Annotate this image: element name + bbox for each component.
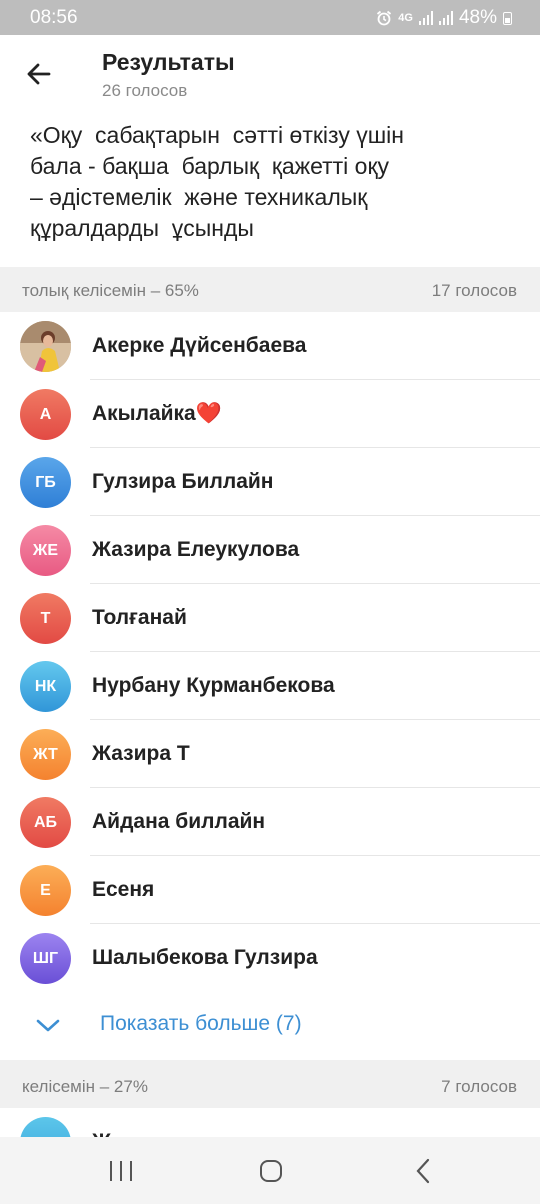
avatar [20,1117,71,1137]
voter-name: Жазира Т [92,742,190,765]
avatar: Е [20,865,71,916]
back-nav-button[interactable] [403,1155,443,1187]
avatar: ЖЕ [20,525,71,576]
voter-row[interactable]: ЖТ Жазира Т [0,720,540,788]
avatar: ШГ [20,933,71,984]
voter-row[interactable]: НК Нурбану Курманбекова [0,652,540,720]
voter-list: Акерке Дүйсенбаева А Акылайка❤️ ГБ Гулзи… [0,312,540,1060]
home-button[interactable] [251,1155,291,1187]
poll-option-votes: 17 голосов [431,281,517,300]
voter-name: Нурбану Курманбекова [92,674,335,697]
show-more-label: Показать больше (7) [100,1012,302,1035]
vote-count-subtitle: 26 голосов [102,81,188,100]
poll-option-votes: 7 голосов [441,1077,517,1096]
battery-percent: 48% [458,7,497,28]
signal-icon [418,11,433,25]
voter-name: Ж [92,1130,111,1137]
poll-option-label: толық келісемін – 65% [22,281,199,300]
poll-option-header: толық келісемін – 65% 17 голосов [0,267,540,312]
voter-name: Есеня [92,878,155,901]
voter-row[interactable]: Т Толғанай [0,584,540,652]
back-button[interactable] [18,53,60,95]
voter-row[interactable]: А Акылайка❤️ [0,380,540,448]
show-more-button[interactable]: Показать больше (7) [0,992,540,1060]
voter-row[interactable]: Ж [0,1108,540,1137]
voter-name: Акерке Дүйсенбаева [92,334,307,357]
page-title: Результаты [102,49,235,75]
system-nav-bar [0,1137,540,1204]
avatar: АБ [20,797,71,848]
status-icons: 4G 48% [376,7,512,29]
battery-icon [503,11,512,25]
avatar: ЖТ [20,729,71,780]
avatar-photo [20,321,71,372]
status-bar: 08:56 4G 48% [0,0,540,35]
voter-row[interactable]: АБ Айдана биллайн [0,788,540,856]
voter-row[interactable]: Е Есеня [0,856,540,924]
network-type-label: 4G [398,12,413,24]
app-header: Результаты 26 голосов [0,35,540,115]
poll-option-label: келісемін – 27% [22,1077,148,1096]
voter-name: Акылайка❤️ [92,402,222,425]
avatar: Т [20,593,71,644]
signal-icon-2 [438,11,453,25]
avatar: А [20,389,71,440]
home-icon [260,1160,282,1182]
avatar: ГБ [20,457,71,508]
avatar: НК [20,661,71,712]
voter-name: Толғанай [92,606,187,629]
arrow-left-icon [27,63,51,85]
voter-name: Жазира Елеукулова [92,538,300,561]
poll-question: «Оқу сабақтарын сәтті өткізу үшін бала -… [0,115,540,267]
voter-row[interactable]: ЖЕ Жазира Елеукулова [0,516,540,584]
recents-button[interactable] [101,1155,141,1187]
voter-name: Шалыбекова Гулзира [92,946,318,969]
voter-name: Айдана биллайн [92,810,266,833]
voter-row[interactable]: ШГ Шалыбекова Гулзира [0,924,540,992]
alarm-icon [377,10,392,26]
voter-name: Гулзира Биллайн [92,470,274,493]
poll-option-header: келісемін – 27% 7 голосов [0,1063,540,1108]
voter-row[interactable]: Акерке Дүйсенбаева [0,312,540,380]
chevron-left-icon [416,1158,430,1184]
status-time: 08:56 [30,7,78,28]
recents-icon [110,1161,132,1181]
chevron-down-icon [36,1019,60,1032]
voter-row[interactable]: ГБ Гулзира Биллайн [0,448,540,516]
